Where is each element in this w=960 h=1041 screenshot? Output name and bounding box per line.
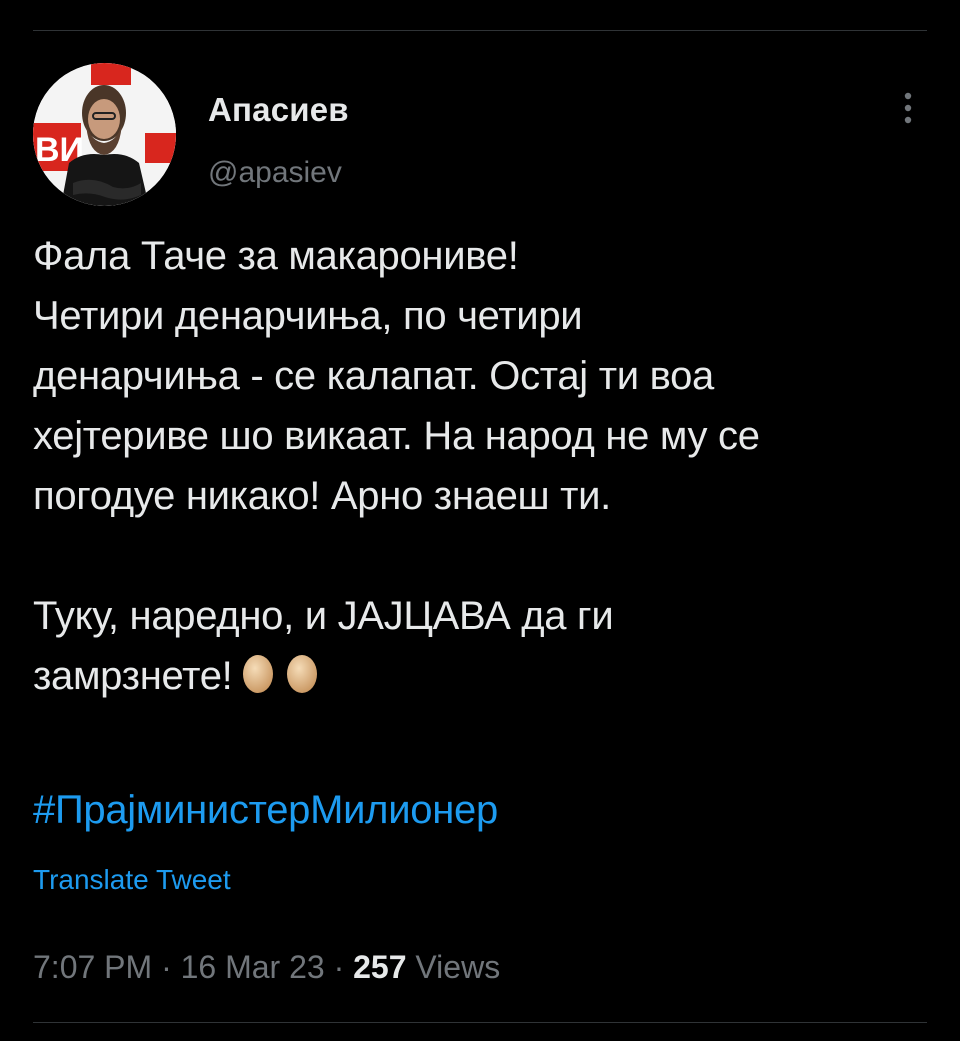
tweet-text-line: замрзнете! (33, 654, 233, 698)
views-label[interactable]: Views (415, 949, 500, 985)
hashtag-link[interactable]: #ПрајминистерМилионер (33, 780, 498, 840)
tweet-text-line: Туку, наредно, и ЈАЈЦАВА да ги (33, 594, 614, 638)
tweet-text-line: денарчиња - се калапат. Остај ти воа (33, 354, 714, 398)
translate-tweet-link[interactable]: Translate Tweet (33, 864, 231, 896)
tweet-text-line: хејтериве шо викаат. На народ не му се (33, 414, 760, 458)
meta-separator: · (333, 949, 345, 985)
tweet-text-blank-line (33, 526, 933, 586)
author-display-name[interactable]: Апасиев (208, 91, 349, 129)
avatar[interactable]: ВИ (33, 63, 176, 206)
avatar-image: ВИ (33, 63, 176, 206)
views-count[interactable]: 257 (353, 949, 406, 985)
bottom-divider (33, 1022, 927, 1023)
egg-emoji-icon (240, 651, 276, 712)
tweet-text-line: Четири денарчиња, по четири (33, 294, 583, 338)
tweet-text-line-with-emoji: замрзнете! (33, 646, 933, 706)
meta-separator: · (161, 949, 172, 985)
tweet-time[interactable]: 7:07 PM (33, 949, 152, 985)
tweet-text-line: Фала Таче за макарониве! (33, 234, 519, 278)
more-options-button[interactable] (892, 88, 924, 128)
tweet-metadata: 7:07 PM · 16 Mar 23 · 257 Views (33, 949, 500, 986)
egg-emoji-icon (284, 651, 320, 712)
tweet-date[interactable]: 16 Mar 23 (181, 949, 325, 985)
author-username[interactable]: @apasiev (208, 156, 342, 190)
top-divider (33, 30, 927, 31)
tweet-text: Фала Таче за макарониве! Четири денарчињ… (33, 226, 933, 706)
more-vertical-icon (904, 92, 912, 124)
tweet-text-line: погодуе никако! Арно знаеш ти. (33, 474, 611, 518)
tweet-detail-view: ВИ Апасиев @apasiev Фала Таче за макарон… (0, 0, 960, 1041)
